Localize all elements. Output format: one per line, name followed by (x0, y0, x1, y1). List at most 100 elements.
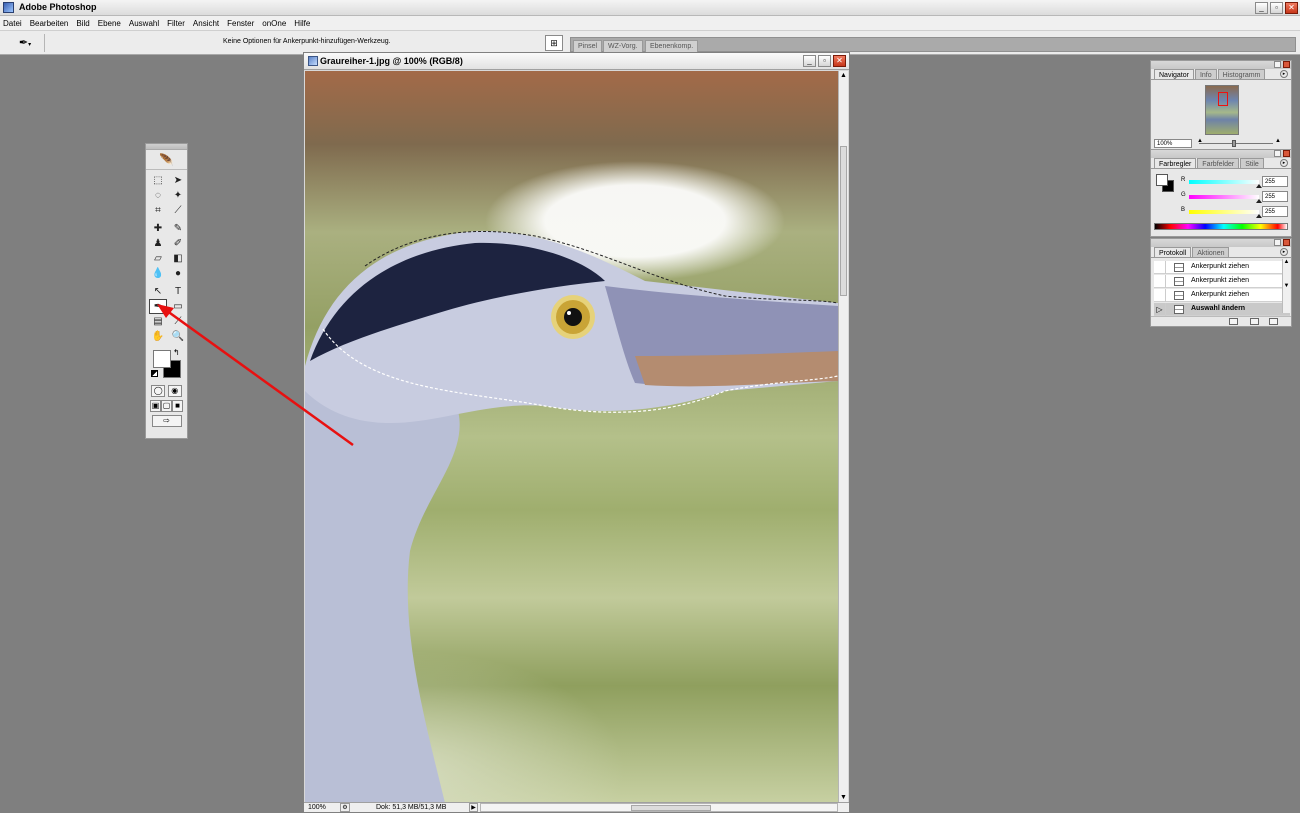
navigator-palette-header[interactable] (1151, 61, 1291, 69)
jump-to-imageready-icon[interactable]: ⇨ (151, 415, 182, 427)
navigator-view-box[interactable] (1218, 92, 1228, 106)
healing-brush-tool-icon[interactable]: ✚ (149, 221, 167, 236)
magic-wand-tool-icon[interactable]: ✦ (169, 188, 187, 203)
clone-stamp-tool-icon[interactable]: ♟ (149, 236, 167, 251)
channel-slider-b[interactable] (1189, 210, 1259, 214)
swap-colors-icon[interactable]: ↰ (173, 348, 180, 357)
menu-fenster[interactable]: Fenster (227, 19, 254, 28)
palette-menu-icon[interactable]: ▸ (1280, 159, 1288, 167)
scroll-up-icon[interactable]: ▲ (839, 71, 848, 81)
palette-minimize-button[interactable] (1274, 239, 1281, 246)
menu-onone[interactable]: onOne (262, 19, 286, 28)
tab-stile[interactable]: Stile (1240, 158, 1264, 168)
gradient-tool-icon[interactable]: ◧ (169, 251, 187, 266)
palette-minimize-button[interactable] (1274, 150, 1281, 157)
history-scrollbar[interactable]: ▲ ▼ (1282, 259, 1290, 313)
menu-hilfe[interactable]: Hilfe (294, 19, 310, 28)
quick-mask-mode-icon[interactable]: ◉ (167, 385, 182, 397)
close-button[interactable]: ✕ (1285, 2, 1298, 14)
full-screen-menu-mode-icon[interactable]: ▢ (161, 400, 172, 412)
default-colors-icon[interactable] (151, 370, 158, 377)
adobe-feather-icon[interactable]: 🪶 (146, 150, 187, 170)
tab-aktionen[interactable]: Aktionen (1192, 247, 1230, 257)
history-snapshot-checkbox[interactable] (1154, 275, 1166, 288)
palette-well-tab-ebenenkomp[interactable]: Ebenenkomp. (645, 40, 699, 52)
menu-bearbeiten[interactable]: Bearbeiten (30, 19, 69, 28)
zoom-options-icon[interactable]: ⚙ (340, 803, 350, 812)
tab-navigator[interactable]: Navigator (1154, 69, 1194, 79)
palette-menu-icon[interactable]: ▸ (1280, 248, 1288, 256)
zoom-in-icon[interactable]: ▲ (1275, 138, 1281, 144)
history-palette-header[interactable] (1151, 239, 1291, 247)
move-tool-icon[interactable]: ➤ (169, 173, 187, 188)
history-brush-tool-icon[interactable]: ✐ (169, 236, 187, 251)
channel-value-b[interactable]: 255 (1262, 206, 1288, 217)
tab-farbregler[interactable]: Farbregler (1154, 158, 1197, 168)
palette-minimize-button[interactable] (1274, 61, 1281, 68)
history-item[interactable]: Ankerpunkt ziehen (1154, 275, 1290, 288)
horizontal-scrollbar[interactable] (480, 803, 838, 812)
palette-menu-icon[interactable]: ▸ (1280, 70, 1288, 78)
zoom-tool-icon[interactable]: 🔍 (169, 329, 187, 344)
document-minimize-button[interactable]: _ (803, 55, 816, 67)
dodge-tool-icon[interactable]: ● (169, 266, 187, 281)
crop-tool-icon[interactable]: ⌗ (149, 203, 167, 218)
tab-info[interactable]: Info (1194, 69, 1217, 79)
history-snapshot-checkbox[interactable] (1154, 261, 1166, 274)
standard-mode-icon[interactable]: ◯ (151, 385, 166, 397)
full-screen-mode-icon[interactable]: ■ (172, 400, 183, 412)
horizontal-scroll-thumb[interactable] (631, 805, 711, 811)
standard-screen-mode-icon[interactable]: ▣ (150, 400, 161, 412)
path-selection-tool-icon[interactable]: ↖ (149, 284, 167, 299)
document-close-button[interactable]: ✕ (833, 55, 846, 67)
document-zoom-level[interactable]: 100% (308, 804, 326, 811)
menu-ansicht[interactable]: Ansicht (193, 19, 219, 28)
eyedropper-tool-icon[interactable]: ⟋ (169, 314, 187, 329)
navigator-slider-knob[interactable] (1232, 140, 1236, 147)
channel-value-r[interactable]: 255 (1262, 176, 1288, 187)
channel-value-g[interactable]: 255 (1262, 191, 1288, 202)
navigator-zoom-slider[interactable] (1199, 140, 1273, 147)
menu-auswahl[interactable]: Auswahl (129, 19, 159, 28)
palette-browser-button[interactable]: ⊞ (545, 35, 563, 51)
eraser-tool-icon[interactable]: ▱ (149, 251, 167, 266)
maximize-button[interactable]: ▫ (1270, 2, 1283, 14)
slice-tool-icon[interactable]: ⟋ (169, 203, 187, 218)
channel-slider-r[interactable] (1189, 180, 1259, 184)
vertical-scroll-thumb[interactable] (840, 146, 847, 296)
navigator-zoom-field[interactable]: 100% (1154, 139, 1192, 148)
document-title-bar[interactable]: Graureiher-1.jpg @ 100% (RGB/8) _ ▫ ✕ (304, 53, 849, 70)
tool-preset-picker[interactable]: ✒▾ (12, 35, 38, 51)
add-anchor-point-tool-icon[interactable]: ✒ (149, 299, 167, 314)
menu-bild[interactable]: Bild (76, 19, 89, 28)
tab-farbfelder[interactable]: Farbfelder (1197, 158, 1240, 168)
blur-tool-icon[interactable]: 💧 (149, 266, 167, 281)
history-item-selected[interactable]: ▷ Auswahl ändern (1154, 303, 1290, 316)
palette-well-tab-wz-vorg[interactable]: WZ-Vorg. (603, 40, 643, 52)
tab-histogramm[interactable]: Histogramm (1217, 69, 1266, 79)
lasso-tool-icon[interactable]: ◌ (149, 188, 167, 203)
new-document-from-state-icon[interactable] (1229, 318, 1238, 325)
image-canvas[interactable] (305, 71, 838, 803)
marquee-tool-icon[interactable]: ⬚ (149, 173, 167, 188)
hand-tool-icon[interactable]: ✋ (149, 329, 167, 344)
document-maximize-button[interactable]: ▫ (818, 55, 831, 67)
history-snapshot-checkbox[interactable] (1154, 289, 1166, 302)
color-panel-foreground-swatch[interactable] (1156, 174, 1168, 186)
history-item[interactable]: Ankerpunkt ziehen (1154, 261, 1290, 274)
notes-tool-icon[interactable]: ▤ (149, 314, 167, 329)
color-palette-header[interactable] (1151, 150, 1291, 158)
palette-close-button[interactable] (1283, 239, 1290, 246)
status-menu-arrow-icon[interactable]: ▶ (469, 803, 478, 812)
history-item[interactable]: Ankerpunkt ziehen (1154, 289, 1290, 302)
navigator-thumbnail[interactable] (1205, 85, 1239, 135)
brush-tool-icon[interactable]: ✎ (169, 221, 187, 236)
vertical-scrollbar[interactable]: ▲ ▼ (838, 71, 848, 803)
menu-datei[interactable]: Datei (3, 19, 22, 28)
type-tool-icon[interactable]: T (169, 284, 187, 299)
menu-filter[interactable]: Filter (167, 19, 185, 28)
history-state-marker-icon[interactable]: ▷ (1154, 303, 1166, 316)
palette-well-tab-pinsel[interactable]: Pinsel (573, 40, 603, 52)
color-spectrum-bar[interactable] (1154, 223, 1288, 230)
trash-icon[interactable] (1269, 318, 1278, 325)
